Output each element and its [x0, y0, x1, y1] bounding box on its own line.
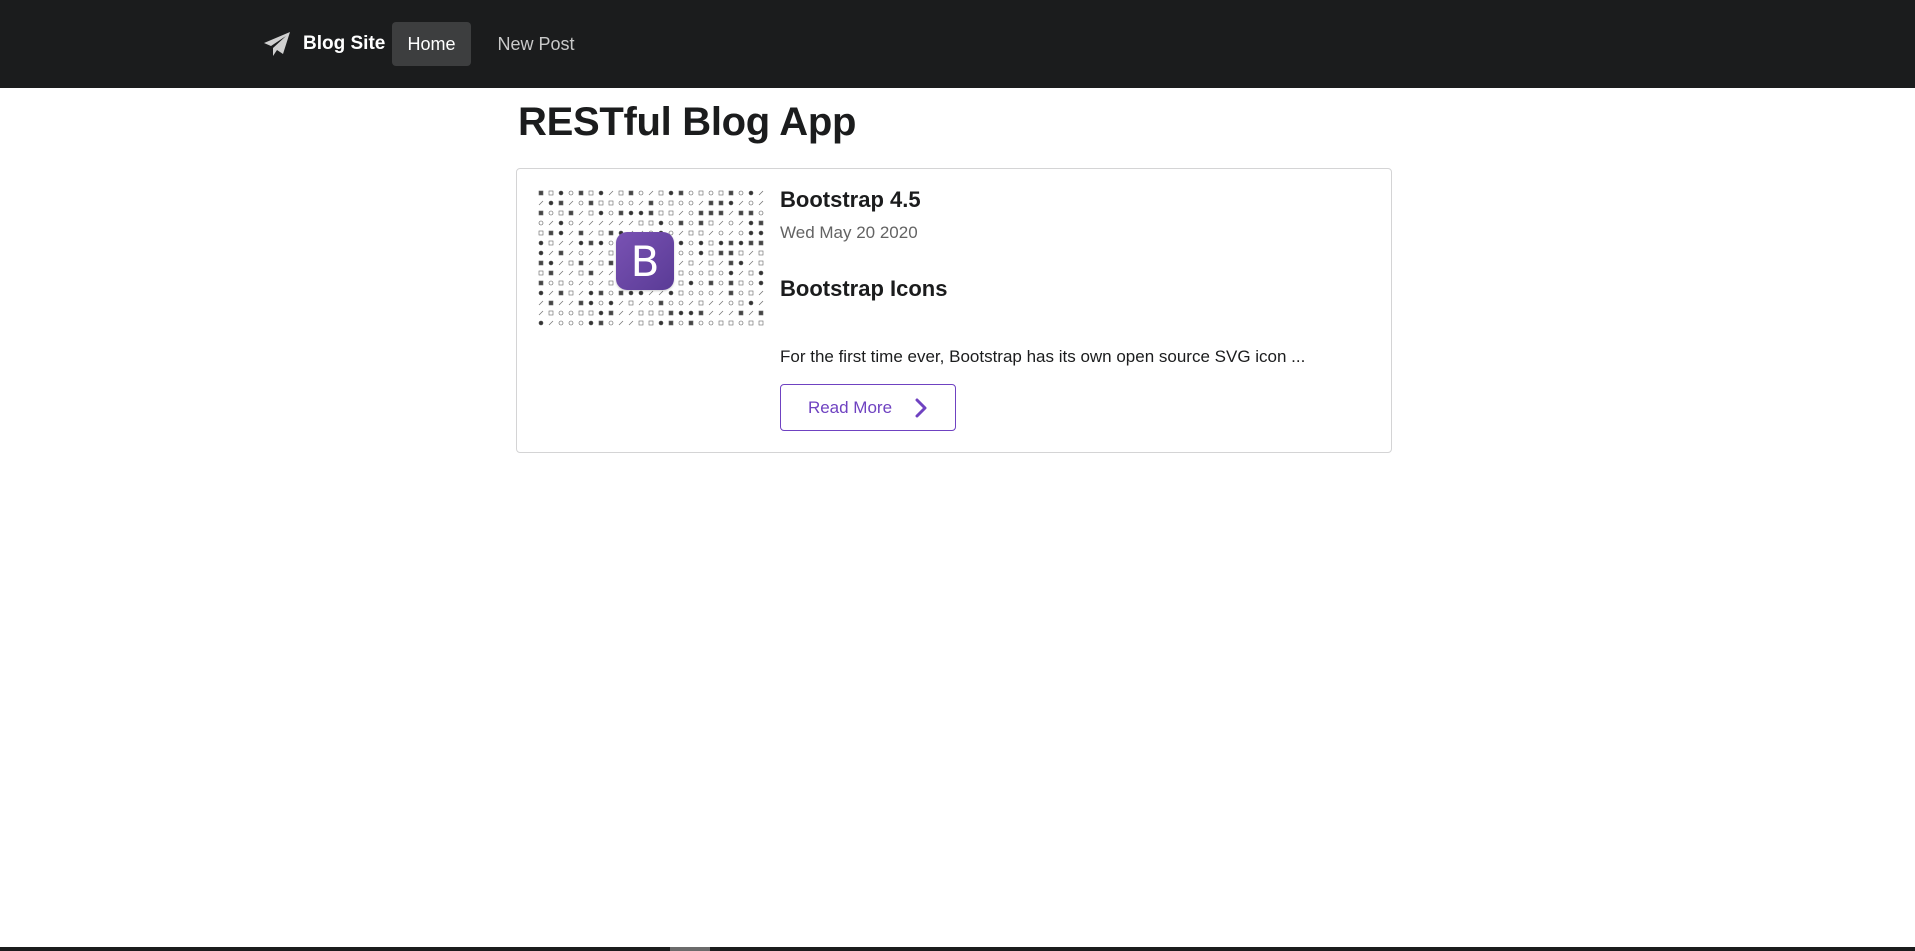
- brand-label: Blog Site: [303, 33, 386, 54]
- post-card: B Bootstrap 4.5 Wed May 20 2020 Bootstra…: [516, 168, 1392, 453]
- read-more-button[interactable]: Read More: [780, 384, 956, 431]
- nav-item-new-post[interactable]: New Post: [488, 22, 584, 66]
- top-navbar: Blog Site Home New Post: [0, 0, 1915, 88]
- brand-link[interactable]: Blog Site: [262, 22, 385, 66]
- logo-letter: B: [630, 236, 660, 286]
- paper-plane-icon: [264, 32, 290, 56]
- post-heading: Bootstrap Icons: [780, 276, 948, 301]
- chevron-right-icon: [914, 398, 928, 418]
- post-title[interactable]: Bootstrap 4.5: [780, 187, 921, 213]
- nav-item-home[interactable]: Home: [392, 22, 471, 66]
- post-thumbnail[interactable]: B: [537, 189, 769, 329]
- page-title: RESTful Blog App: [518, 100, 857, 144]
- bottom-scrollbar: [0, 947, 1915, 951]
- post-excerpt: For the first time ever, Bootstrap has i…: [780, 347, 1306, 366]
- post-date: Wed May 20 2020: [780, 223, 918, 242]
- bootstrap-logo-icon: B: [616, 232, 674, 290]
- read-more-label: Read More: [807, 397, 893, 417]
